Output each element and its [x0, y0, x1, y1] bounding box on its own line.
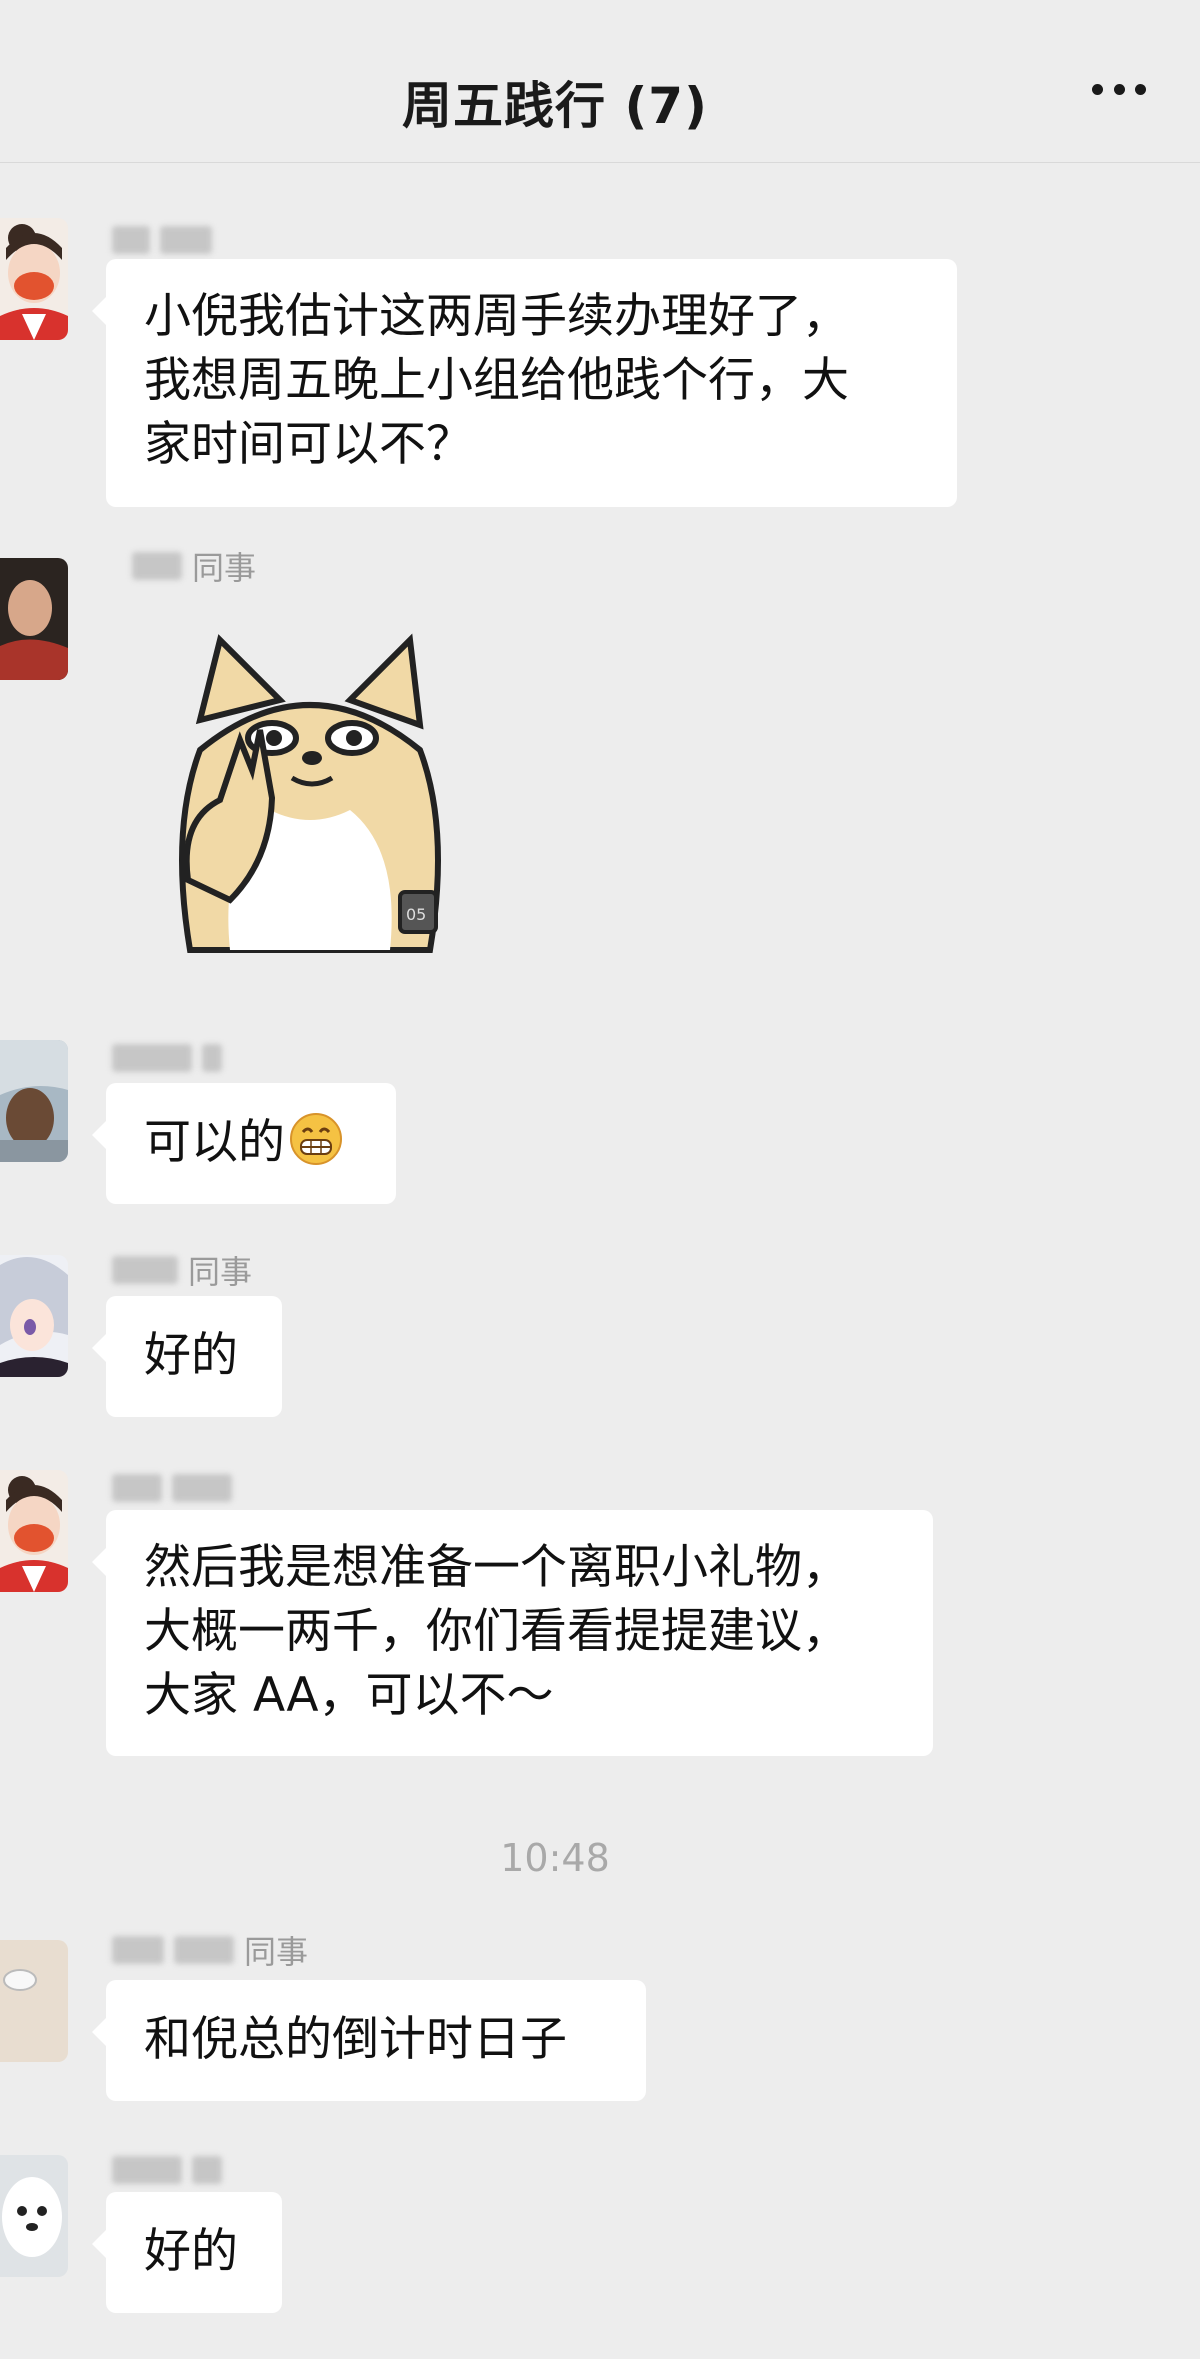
message-text: 好的 — [144, 2224, 238, 2279]
avatar[interactable] — [0, 1470, 68, 1592]
message-bubble[interactable]: 然后我是想准备一个离职小礼物， 大概一两千，你们看看提提建议， 大家 AA，可以… — [92, 1510, 933, 1756]
sender-name — [112, 1040, 232, 1076]
avatar[interactable] — [0, 218, 68, 340]
sender-suffix: 同事 — [192, 549, 257, 587]
message-bubble[interactable]: 和倪总的倒计时日子 — [92, 1980, 646, 2101]
avatar[interactable] — [0, 1255, 68, 1377]
chat-header: 周五践行 (7) — [0, 0, 1200, 163]
sender-name: 同事 — [132, 548, 256, 587]
message-bubble[interactable]: 好的 — [92, 2192, 282, 2313]
message-text: 可以的 — [144, 1111, 358, 1175]
sender-name — [112, 1470, 242, 1506]
sender-name: 同事 — [112, 1252, 252, 1291]
message-text: 和倪总的倒计时日子 — [144, 2012, 567, 2067]
message-bubble[interactable]: 好的 — [92, 1296, 282, 1417]
message-text: 大家 AA，可以不～ — [144, 1668, 554, 1723]
sender-name — [112, 2152, 232, 2188]
avatar[interactable] — [0, 2155, 68, 2277]
sticker-tag: 05 — [406, 905, 426, 924]
avatar[interactable] — [0, 1040, 68, 1162]
avatar[interactable] — [0, 1940, 68, 2062]
message-bubble[interactable]: 小倪我估计这两周手续办理好了， 我想周五晚上小组给他践个行，大 家时间可以不？ — [92, 259, 957, 507]
message-text: 我想周五晚上小组给他践个行，大 — [144, 353, 849, 408]
message-text: 然后我是想准备一个离职小礼物， — [144, 1540, 849, 1595]
grinning-face-emoji — [290, 1113, 342, 1165]
message-text: 好的 — [144, 1328, 238, 1383]
more-icon[interactable] — [1092, 84, 1146, 98]
message-text: 小倪我估计这两周手续办理好了， — [144, 289, 849, 344]
message-text: 大概一两千，你们看看提提建议， — [144, 1604, 849, 1659]
chat-title: 周五践行 (7) — [402, 77, 708, 135]
message-bubble[interactable]: 可以的 — [92, 1083, 396, 1204]
sender-suffix: 同事 — [188, 1253, 253, 1291]
avatar[interactable] — [0, 558, 68, 680]
sender-name — [112, 222, 222, 258]
shiba-dog-ok-sticker[interactable]: 05 — [160, 630, 460, 960]
sender-name: 同事 — [112, 1932, 308, 1971]
message-text: 家时间可以不？ — [144, 417, 473, 472]
message-timestamp: 10:48 — [500, 1836, 610, 1880]
sender-suffix: 同事 — [244, 1933, 309, 1971]
